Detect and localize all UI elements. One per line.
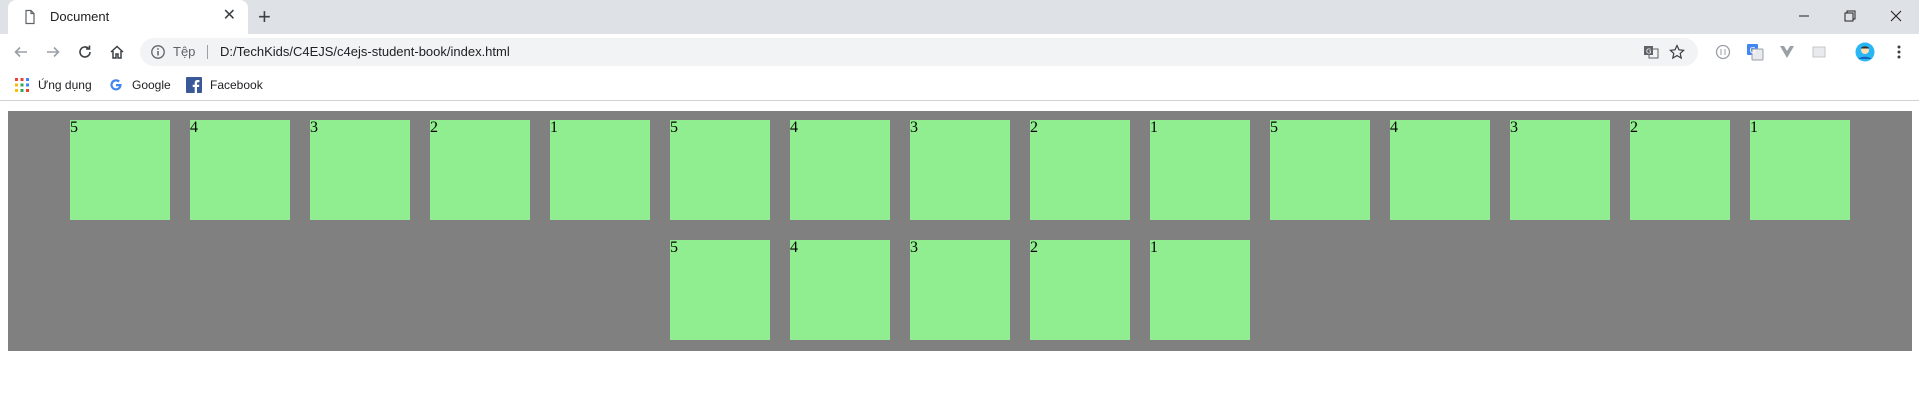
bookmark-google[interactable]: Google [108,76,171,94]
close-window-icon[interactable] [1873,2,1919,30]
bookmark-label: Facebook [210,78,263,92]
close-tab-icon[interactable]: ✕ [223,7,236,25]
number-box: 4 [790,120,890,220]
browser-tab[interactable]: Document ✕ [8,0,248,34]
extension-square-icon[interactable] [1809,42,1829,62]
reload-icon[interactable] [73,40,97,64]
tab-strip: Document ✕ + [0,0,1919,34]
tab-title: Document [50,9,110,24]
address-separator [207,45,208,59]
number-box: 2 [1030,120,1130,220]
back-icon[interactable] [9,40,33,64]
number-box: 4 [190,120,290,220]
translate-icon[interactable]: G [1642,43,1660,61]
facebook-icon [186,77,202,93]
number-box: 3 [310,120,410,220]
number-box: 1 [550,120,650,220]
restore-icon[interactable] [1827,2,1873,30]
number-box: 4 [1390,120,1490,220]
number-box: 5 [670,120,770,220]
svg-text:G: G [1750,46,1756,55]
number-box: 3 [910,240,1010,340]
number-box: 1 [1750,120,1850,220]
number-box: 1 [1150,240,1250,340]
bookmark-facebook[interactable]: Facebook [186,76,263,94]
new-tab-icon[interactable]: + [258,3,271,31]
vue-devtools-icon[interactable] [1777,42,1797,62]
document-icon [22,9,38,25]
svg-text:G: G [1646,48,1651,56]
number-box: 2 [1030,240,1130,340]
number-box: 3 [1510,120,1610,220]
apps-grid-icon [14,77,30,93]
home-icon[interactable] [105,40,129,64]
browser-toolbar: Tệp D:/TechKids/C4EJS/c4ejs-student-book… [0,34,1919,70]
number-box: 2 [1630,120,1730,220]
profile-avatar-icon[interactable] [1855,42,1875,62]
bookmark-label: Google [132,78,171,92]
google-translate-icon[interactable]: G [1745,42,1765,62]
bookmark-apps[interactable]: Ứng dụng [14,76,92,94]
google-icon [108,77,124,93]
page-container: 5 4 3 2 1 5 4 3 2 1 5 4 3 2 1 5 4 3 2 1 [8,111,1912,351]
menu-dots-icon[interactable] [1889,42,1909,62]
number-box: 5 [70,120,170,220]
number-box: 5 [1270,120,1370,220]
bookmarks-bar: Ứng dụng Google Facebook [0,70,1919,101]
number-box: 5 [670,240,770,340]
number-box: 1 [1150,120,1250,220]
extension-circle-icon[interactable] [1713,42,1733,62]
address-url[interactable]: D:/TechKids/C4EJS/c4ejs-student-book/ind… [220,44,510,59]
address-bar[interactable]: Tệp D:/TechKids/C4EJS/c4ejs-student-book… [140,38,1698,66]
bookmark-label: Ứng dụng [38,78,92,92]
number-box: 2 [430,120,530,220]
star-icon[interactable] [1668,43,1686,61]
forward-icon[interactable] [41,40,65,64]
minimize-icon[interactable] [1781,2,1827,30]
number-box: 4 [790,240,890,340]
number-box: 3 [910,120,1010,220]
address-scheme-label: Tệp [173,44,196,59]
info-icon[interactable] [150,44,166,60]
